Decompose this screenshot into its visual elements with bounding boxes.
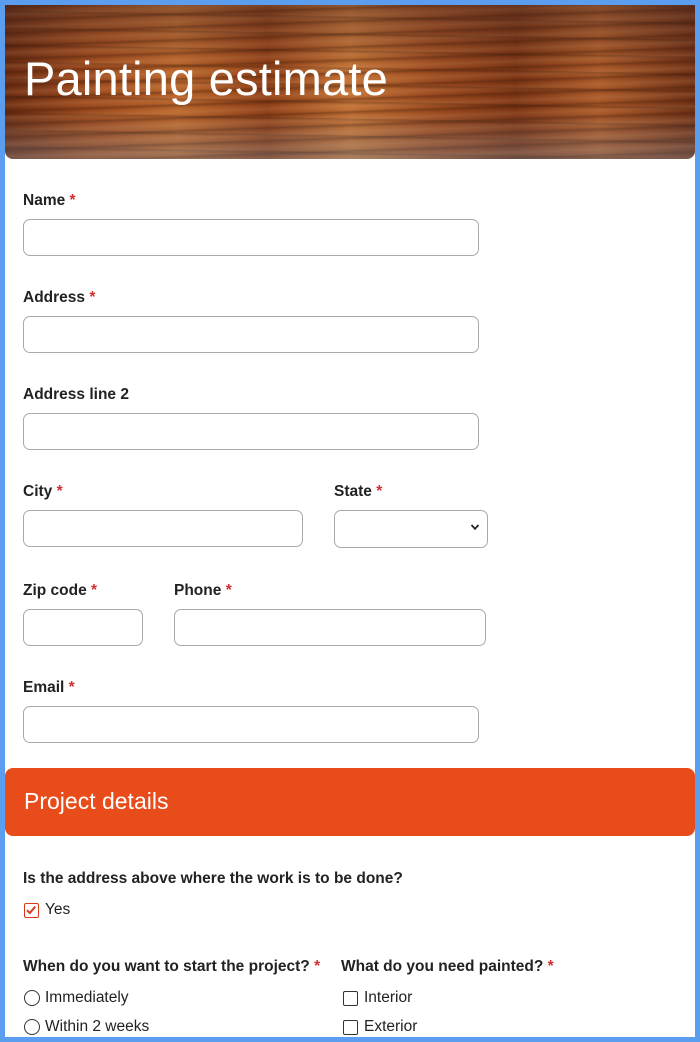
painted-option-interior: Interior <box>364 989 413 1006</box>
address-label-text: Address <box>23 289 86 306</box>
form-container: Painting estimate Name * Address * Addre… <box>5 5 695 1037</box>
painted-option-exterior: Exterior <box>364 1018 418 1035</box>
same-address-checkbox[interactable] <box>24 903 39 918</box>
city-label-text: City <box>23 483 53 500</box>
painted-checkbox-exterior[interactable] <box>343 1020 358 1035</box>
start-option-immediately: Immediately <box>45 989 129 1006</box>
required-mark: * <box>56 483 63 500</box>
required-mark: * <box>314 958 321 975</box>
address-input[interactable] <box>23 316 479 353</box>
required-mark: * <box>69 192 76 209</box>
city-input[interactable] <box>23 510 303 547</box>
page-title: Painting estimate <box>24 52 388 105</box>
phone-label-text: Phone <box>174 582 222 599</box>
required-mark: * <box>89 289 96 306</box>
required-mark: * <box>547 958 554 975</box>
address-line-2-label: Address line 2 <box>23 386 129 404</box>
name-label-text: Name <box>23 192 66 209</box>
state-select[interactable] <box>334 510 488 548</box>
phone-label: Phone * <box>174 582 232 600</box>
address-line-2-input[interactable] <box>23 413 479 450</box>
required-mark: * <box>225 582 232 599</box>
same-address-question-text: Is the address above where the work is t… <box>23 870 403 887</box>
name-label: Name * <box>23 192 76 210</box>
city-label: City * <box>23 483 63 501</box>
zip-code-label-text: Zip code <box>23 582 87 599</box>
state-label: State * <box>334 483 382 501</box>
zip-code-label: Zip code * <box>23 582 97 600</box>
required-mark: * <box>68 679 75 696</box>
section-title: Project details <box>24 788 169 814</box>
painted-question-text: What do you need painted? <box>341 958 544 975</box>
phone-input[interactable] <box>174 609 486 646</box>
start-question: When do you want to start the project? * <box>23 958 320 976</box>
address-line-2-label-text: Address line 2 <box>23 386 129 403</box>
name-input[interactable] <box>23 219 479 256</box>
painted-question: What do you need painted? * <box>341 958 554 976</box>
email-input[interactable] <box>23 706 479 743</box>
email-label-text: Email <box>23 679 65 696</box>
check-icon <box>26 905 36 915</box>
start-question-text: When do you want to start the project? <box>23 958 310 975</box>
painted-checkbox-interior[interactable] <box>343 991 358 1006</box>
required-mark: * <box>91 582 98 599</box>
start-radio-within-2-weeks[interactable] <box>24 1019 40 1035</box>
start-radio-immediately[interactable] <box>24 990 40 1006</box>
state-label-text: State <box>334 483 372 500</box>
start-option-within-2-weeks: Within 2 weeks <box>45 1018 150 1035</box>
required-mark: * <box>376 483 383 500</box>
same-address-question: Is the address above where the work is t… <box>23 870 403 888</box>
same-address-option-label: Yes <box>45 901 71 918</box>
email-label: Email * <box>23 679 75 697</box>
project-details-header: Project details <box>5 768 695 836</box>
header-banner: Painting estimate <box>5 5 695 159</box>
zip-code-input[interactable] <box>23 609 143 646</box>
address-label: Address * <box>23 289 95 307</box>
chevron-down-icon <box>470 524 480 531</box>
